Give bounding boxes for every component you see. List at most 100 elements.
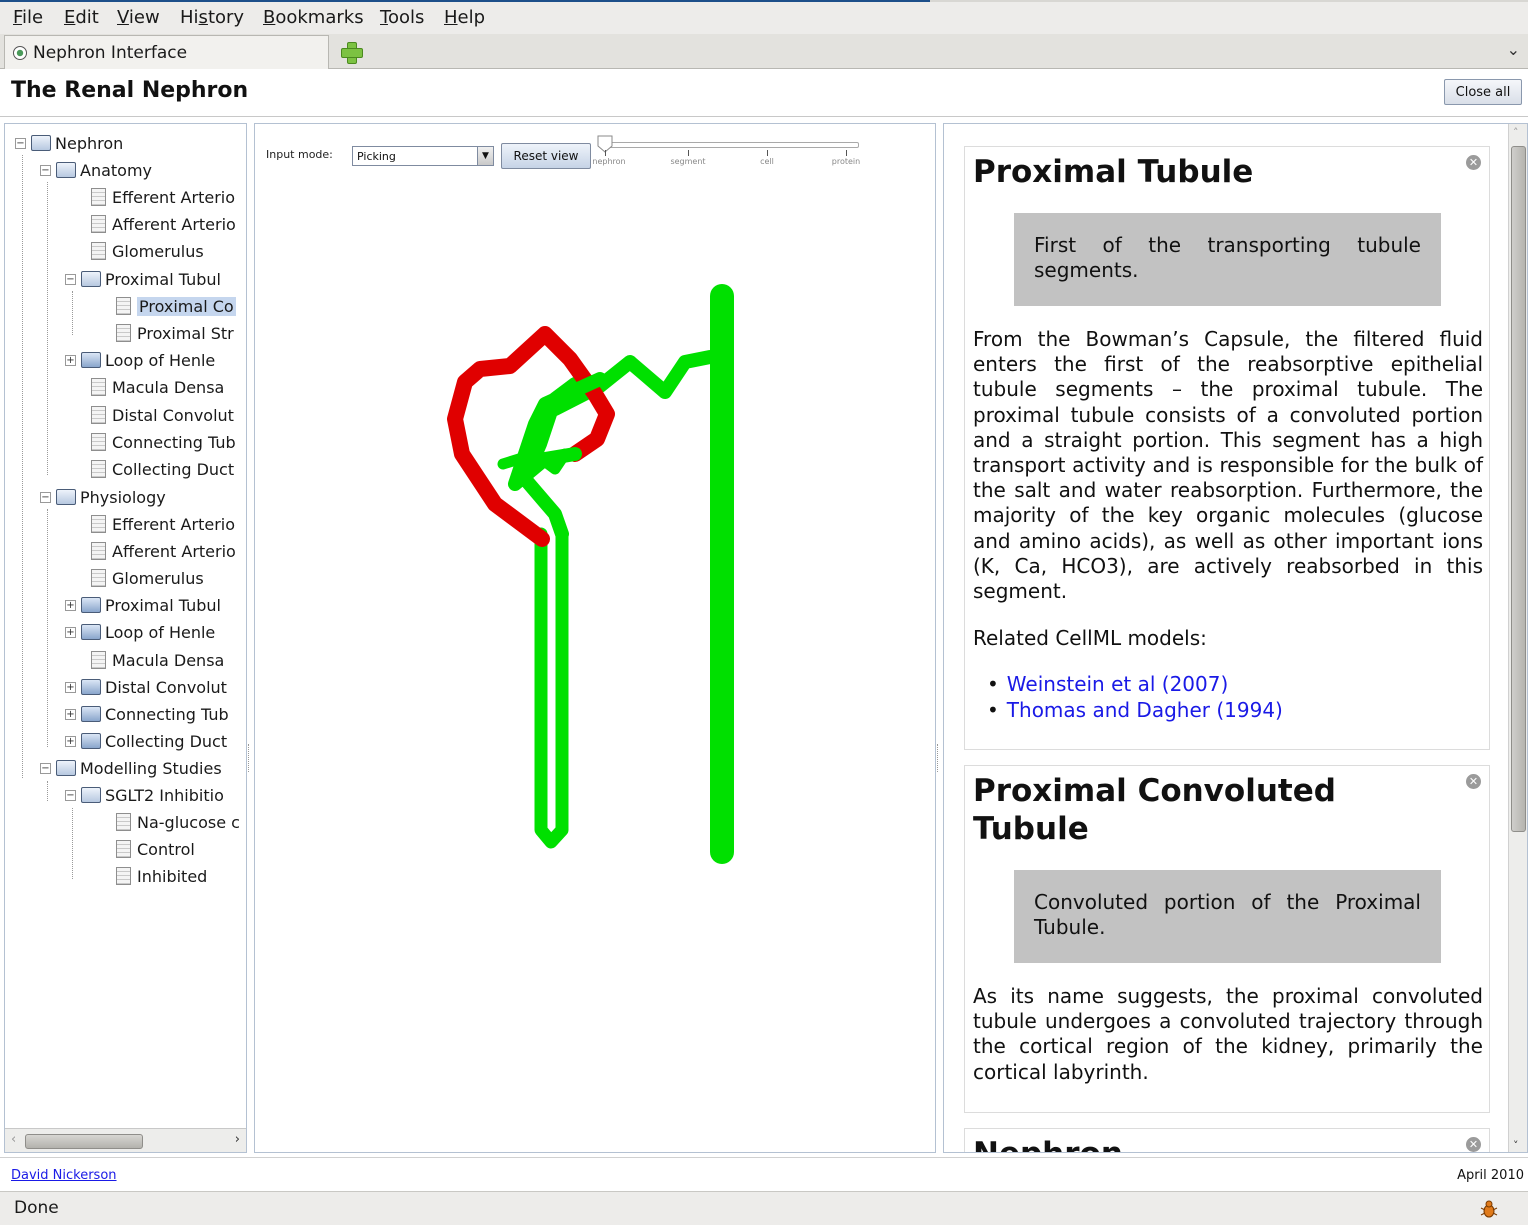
reset-view-button[interactable]: Reset view [501,143,591,169]
model-link[interactable]: Thomas and Dagher (1994) [1007,698,1283,722]
folder-closed-icon [81,352,101,368]
scroll-up-icon[interactable]: ˄ [1513,126,1519,139]
tree-leaf[interactable]: Control [116,838,195,860]
zoom-label-protein: protein [831,157,861,166]
close-icon[interactable]: ✕ [1466,155,1481,170]
expand-icon[interactable]: + [65,708,76,720]
tree-leaf[interactable]: Distal Convolut [91,404,234,426]
tree-node-folder[interactable]: + Proximal Tubul [65,594,221,616]
input-mode-select[interactable]: Picking ▼ [352,146,494,166]
menu-file[interactable]: File [13,7,43,28]
close-icon[interactable]: ✕ [1466,774,1481,789]
dropdown-arrow-icon[interactable]: ▼ [477,147,493,165]
collapse-icon[interactable]: − [65,789,76,801]
tree-node-folder[interactable]: + Loop of Henle [65,621,215,643]
document-icon [91,215,106,233]
tree-leaf[interactable]: Efferent Arterio [91,513,235,535]
tree-leaf-selected[interactable]: Proximal Co [116,295,236,317]
menu-tools[interactable]: Tools [380,7,424,28]
plus-icon[interactable] [340,41,363,64]
tree-node-folder[interactable]: + Distal Convolut [65,676,227,698]
menu-edit[interactable]: Edit [64,7,99,28]
close-all-button[interactable]: Close all [1444,79,1522,105]
tree-node-nephron[interactable]: − Nephron [15,132,123,154]
tree-node-proximal-tubule[interactable]: − Proximal Tubul [65,268,221,290]
expand-icon[interactable]: + [65,354,76,366]
close-icon[interactable]: ✕ [1466,1137,1481,1152]
expand-icon[interactable]: + [65,599,76,611]
zoom-label-nephron: nephron [592,157,626,166]
scrollbar-thumb[interactable] [1511,146,1526,832]
slider-tick [688,150,689,156]
collapse-icon[interactable]: − [65,273,76,285]
document-icon [91,542,106,560]
tree-leaf[interactable]: Na-glucose c [116,811,240,833]
info-vertical-scrollbar[interactable]: ˄ ˅ [1508,124,1527,1152]
scroll-left-icon[interactable]: ‹ [11,1132,16,1147]
splitter-handle[interactable] [937,744,940,772]
3d-viewer-panel[interactable]: Input mode: Picking ▼ Reset view nephron… [254,123,936,1153]
tree-node-modelling-studies[interactable]: − Modelling Studies [40,757,222,779]
tree-guide-line [47,509,48,747]
folder-open-icon [31,135,51,151]
card-title-line-1: Proximal Convoluted [973,773,1336,809]
page-favicon-icon [13,45,27,60]
document-icon [116,840,131,858]
card-summary: First of the transporting tubule segment… [1014,213,1441,306]
document-icon [91,433,106,451]
tree-leaf[interactable]: Macula Densa [91,376,224,398]
tree-leaf[interactable]: Macula Densa [91,649,224,671]
expand-icon[interactable]: + [65,735,76,747]
tree-node-physiology[interactable]: − Physiology [40,486,166,508]
collapse-icon[interactable]: − [40,491,51,503]
scroll-down-icon[interactable]: ˅ [1513,1139,1519,1152]
tree-leaf[interactable]: Inhibited [116,865,207,887]
expand-icon[interactable]: + [65,626,76,638]
menu-history[interactable]: History [180,7,244,28]
scroll-right-icon[interactable]: › [235,1132,240,1147]
document-icon [91,406,106,424]
tree-horizontal-scrollbar[interactable]: ‹ › [5,1128,246,1152]
tree-node-folder[interactable]: + Connecting Tub [65,703,229,725]
author-link[interactable]: David Nickerson [11,1168,117,1183]
navigation-tree-panel: − Nephron − Anatomy Efferent Arterio Aff… [4,123,247,1153]
folder-open-icon [81,787,101,803]
slider-track[interactable] [605,142,859,148]
zoom-level-slider[interactable]: nephron segment cell protein [591,132,867,170]
menu-help[interactable]: Help [444,7,485,28]
collapse-icon[interactable]: − [40,164,51,176]
list-item: Thomas and Dagher (1994) [1005,697,1283,723]
splitter-handle[interactable] [248,744,251,772]
model-link[interactable]: Weinstein et al (2007) [1007,672,1228,696]
tree-node-sglt2[interactable]: − SGLT2 Inhibitio [65,784,224,806]
card-body: From the Bowman’s Capsule, the filtered … [973,327,1483,604]
tree-leaf[interactable]: Connecting Tub [91,431,236,453]
expand-icon[interactable]: + [65,681,76,693]
tree-node-loop-of-henle[interactable]: + Loop of Henle [65,349,215,371]
tree-leaf[interactable]: Proximal Str [116,322,234,344]
tree-leaf[interactable]: Afferent Arterio [91,540,236,562]
document-icon [91,378,106,396]
collapse-icon[interactable]: − [15,137,26,149]
nephron-3d-model[interactable] [255,124,935,1152]
tree-leaf[interactable]: Glomerulus [91,567,204,589]
tab-nephron-interface[interactable]: Nephron Interface [4,35,329,69]
firebug-icon[interactable] [1478,1198,1500,1220]
tree-leaf[interactable]: Afferent Arterio [91,213,236,235]
info-card-nephron: Nephron ✕ [964,1128,1490,1152]
related-models-label: Related CellML models: [973,626,1207,650]
tree-node-folder[interactable]: + Collecting Duct [65,730,227,752]
document-icon [91,188,106,206]
menu-view[interactable]: View [117,7,160,28]
window-border-line [930,0,1528,2]
tree-leaf[interactable]: Glomerulus [91,240,204,262]
related-models-list: Weinstein et al (2007) Thomas and Dagher… [1005,671,1283,723]
tree-node-anatomy[interactable]: − Anatomy [40,159,152,181]
chevron-down-icon[interactable]: ⌄ [1507,40,1520,59]
menu-bookmarks[interactable]: Bookmarks [263,7,364,28]
collapse-icon[interactable]: − [40,762,51,774]
info-panel: Proximal Tubule ✕ First of the transport… [943,123,1528,1153]
tree-leaf[interactable]: Efferent Arterio [91,186,235,208]
scrollbar-thumb[interactable] [25,1134,143,1149]
tree-leaf[interactable]: Collecting Duct [91,458,234,480]
